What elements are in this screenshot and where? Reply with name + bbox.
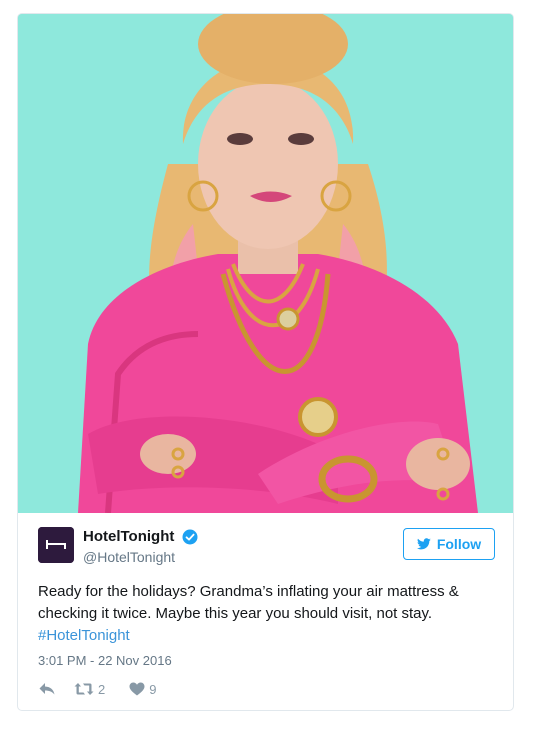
bed-icon — [38, 527, 74, 563]
tweet-body: Ready for the holidays? Grandma’s inflat… — [38, 583, 459, 622]
reply-button[interactable] — [38, 682, 56, 696]
follow-button[interactable]: Follow — [403, 528, 495, 560]
verified-badge-icon — [182, 529, 198, 545]
tweet-actions: 2 9 — [38, 680, 156, 698]
avatar[interactable] — [38, 527, 74, 563]
twitter-bird-icon — [416, 538, 431, 550]
tweet-card: HotelTonight @HotelTonight Follow Ready … — [17, 13, 514, 711]
hashtag-link[interactable]: #HotelTonight — [38, 627, 130, 644]
retweet-count: 2 — [98, 681, 106, 697]
account-names: HotelTonight @HotelTonight — [83, 528, 198, 566]
retweet-icon — [74, 683, 94, 695]
account-handle[interactable]: @HotelTonight — [83, 548, 198, 566]
tweet-timestamp[interactable]: 3:01 PM - 22 Nov 2016 — [38, 653, 172, 668]
tweet-text: Ready for the holidays? Grandma’s inflat… — [38, 581, 498, 647]
follow-label: Follow — [436, 536, 482, 552]
heart-icon — [129, 682, 145, 696]
retweet-button[interactable]: 2 — [74, 682, 105, 697]
like-button[interactable]: 9 — [129, 682, 156, 697]
reply-icon — [39, 683, 55, 695]
tweet-header: HotelTonight @HotelTonight Follow — [18, 524, 513, 580]
display-name[interactable]: HotelTonight — [83, 528, 174, 546]
photo-woman-pink-sweater — [18, 14, 513, 513]
like-count: 9 — [149, 681, 157, 697]
tweet-photo[interactable] — [18, 14, 513, 513]
